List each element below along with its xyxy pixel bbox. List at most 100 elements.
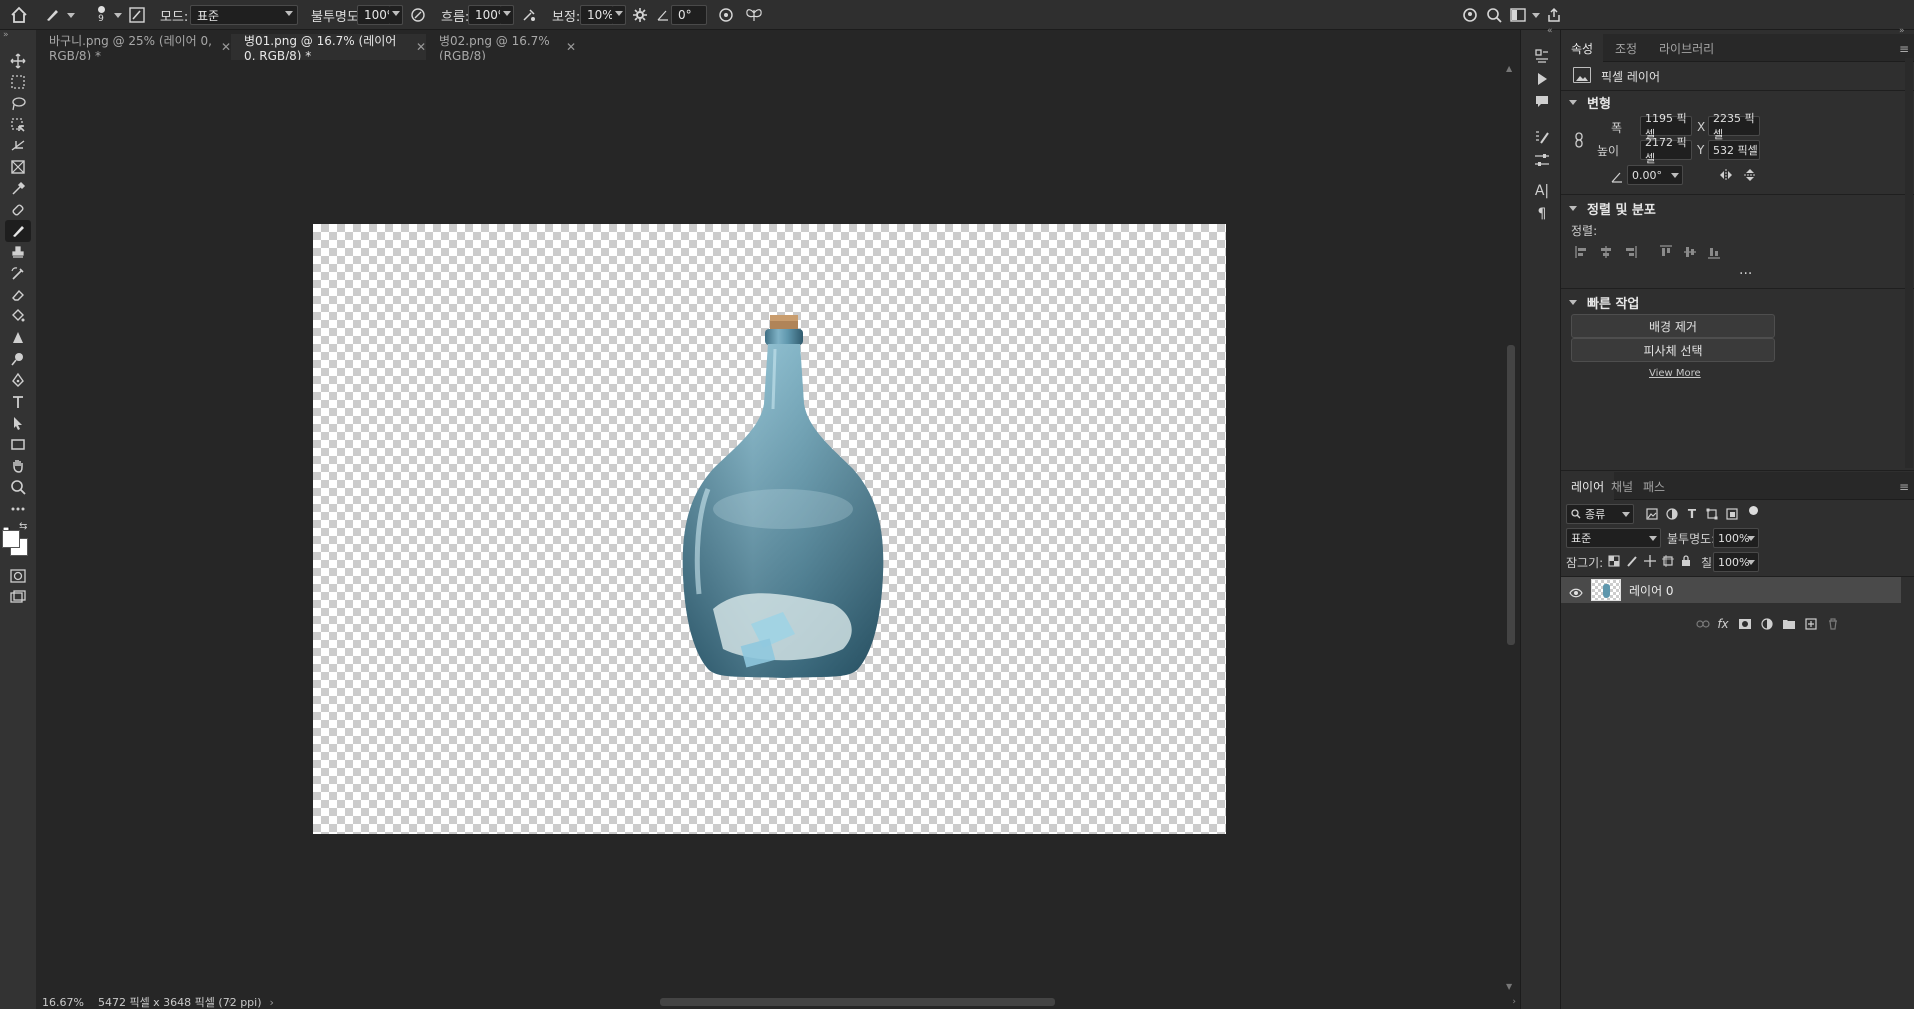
workspace-dropdown-icon[interactable] [1532, 13, 1540, 18]
opacity-dropdown[interactable] [389, 5, 403, 25]
screen-mode-icon[interactable] [5, 586, 31, 608]
close-icon[interactable]: ✕ [221, 40, 231, 54]
lock-all-icon[interactable] [1677, 552, 1695, 570]
workspace-icon[interactable] [1510, 0, 1528, 30]
brush-settings-icon[interactable] [1531, 126, 1553, 148]
zoom-tool-icon[interactable] [5, 476, 31, 498]
layer-row[interactable]: 레이어 0 [1561, 577, 1901, 603]
delete-layer-icon[interactable] [1823, 614, 1843, 634]
properties-scrollbar[interactable] [1905, 58, 1913, 468]
swap-colors-icon[interactable]: ⇆ [19, 521, 27, 532]
filter-shape-icon[interactable] [1703, 505, 1721, 523]
transform-section-header[interactable]: 변형 [1569, 93, 1611, 112]
remove-background-button[interactable]: 배경 제거 [1571, 314, 1775, 338]
blend-mode-select[interactable]: 표준 [1566, 528, 1661, 548]
height-field[interactable]: 2172 픽셀 [1640, 136, 1692, 165]
symmetry-butterfly-icon[interactable] [745, 0, 765, 30]
zoom-level[interactable]: 16.67% [42, 996, 84, 1009]
align-right-icon[interactable] [1621, 243, 1639, 261]
layer-filter-select[interactable]: 종류 [1566, 504, 1634, 524]
horizontal-scrollbar[interactable]: ‹ › [228, 995, 1520, 1009]
healing-brush-tool-icon[interactable] [5, 199, 31, 221]
type-tool-icon[interactable] [5, 391, 31, 413]
quick-actions-section-header[interactable]: 빠른 작업 [1569, 293, 1639, 312]
more-options-icon[interactable]: ··· [1739, 266, 1752, 282]
frame-tool-icon[interactable] [5, 156, 31, 178]
quick-mask-icon[interactable] [5, 565, 31, 587]
adjustment-layer-icon[interactable] [1757, 614, 1777, 634]
y-field[interactable]: 532 픽셀 [1708, 140, 1760, 160]
eye-icon[interactable] [1569, 583, 1585, 598]
new-layer-icon[interactable] [1801, 614, 1821, 634]
brush-tool-icon[interactable] [5, 220, 31, 242]
brush-preset-dropdown-icon[interactable] [114, 13, 122, 18]
lock-position-icon[interactable] [1641, 552, 1659, 570]
layer-name[interactable]: 레이어 0 [1629, 582, 1674, 599]
character-panel-icon[interactable]: A| [1531, 180, 1553, 202]
gear-icon[interactable] [632, 0, 650, 30]
link-icon[interactable] [1573, 132, 1587, 148]
tab-libraries[interactable]: 라이브러리 [1649, 34, 1724, 62]
pressure-opacity-icon[interactable] [410, 0, 428, 30]
vertical-scroll-thumb[interactable] [1507, 345, 1515, 645]
horizontal-scroll-thumb[interactable] [660, 998, 1055, 1006]
flip-vertical-icon[interactable] [1743, 167, 1761, 183]
play-icon[interactable] [1531, 68, 1553, 90]
more-tools-icon[interactable] [5, 498, 31, 520]
eyedropper-tool-icon[interactable] [5, 178, 31, 200]
dodge-tool-icon[interactable] [5, 348, 31, 370]
tool-preset-dropdown-icon[interactable] [67, 13, 75, 18]
new-group-icon[interactable] [1779, 614, 1799, 634]
brush-settings-panel-icon[interactable] [129, 0, 147, 30]
tab-bottle02[interactable]: 병02.png @ 16.7% (RGB/8) ✕ [426, 34, 576, 63]
flip-horizontal-icon[interactable] [1718, 167, 1736, 183]
tab-properties[interactable]: 속성 [1561, 34, 1604, 62]
angle-input[interactable]: 0° [671, 5, 707, 25]
foreground-color-swatch[interactable] [2, 530, 20, 548]
adjustments-sliders-icon[interactable] [1531, 149, 1553, 171]
object-selection-tool-icon[interactable] [5, 114, 31, 136]
paragraph-panel-icon[interactable]: ¶ [1531, 203, 1553, 225]
align-hcenter-icon[interactable] [1597, 243, 1615, 261]
align-top-icon[interactable] [1657, 243, 1675, 261]
rectangle-tool-icon[interactable] [5, 433, 31, 455]
marquee-tool-icon[interactable] [5, 71, 31, 93]
lock-transparent-pixels-icon[interactable] [1605, 552, 1623, 570]
pen-tool-icon[interactable] [5, 369, 31, 391]
clone-stamp-tool-icon[interactable] [5, 242, 31, 264]
fx-icon[interactable]: fx [1713, 614, 1733, 634]
brush-preset-picker[interactable]: 9 [92, 0, 110, 30]
collapse-strip-icon[interactable]: « [1547, 26, 1553, 36]
tab-paths[interactable]: 패스 [1633, 472, 1675, 500]
align-left-icon[interactable] [1573, 243, 1591, 261]
collapse-toolbar-icon[interactable]: » [3, 30, 9, 40]
lock-image-pixels-icon[interactable] [1623, 552, 1641, 570]
search-icon[interactable] [1486, 0, 1504, 30]
document-canvas[interactable] [313, 224, 1226, 834]
width-field[interactable]: 1195 픽셀 [1640, 112, 1692, 141]
path-selection-tool-icon[interactable] [5, 412, 31, 434]
align-vcenter-icon[interactable] [1681, 243, 1699, 261]
history-brush-tool-icon[interactable] [5, 263, 31, 285]
move-tool-icon[interactable] [5, 50, 31, 72]
filter-type-icon[interactable]: T [1683, 505, 1701, 523]
view-more-link[interactable]: View More [1649, 368, 1701, 379]
align-bottom-icon[interactable] [1705, 243, 1723, 261]
brush-tool-icon[interactable] [44, 0, 62, 30]
paint-bucket-tool-icon[interactable] [5, 305, 31, 327]
tab-bottle01[interactable]: 병01.png @ 16.7% (레이어 0, RGB/8) * ✕ [231, 34, 426, 63]
align-section-header[interactable]: 정렬 및 분포 [1569, 199, 1656, 218]
mode-select[interactable]: 표준 [190, 5, 298, 25]
lasso-tool-icon[interactable] [5, 93, 31, 115]
close-icon[interactable]: ✕ [566, 40, 576, 54]
filter-toggle-icon[interactable] [1749, 506, 1758, 515]
panel-menu-icon[interactable]: ≡ [1899, 42, 1909, 56]
flow-dropdown[interactable] [500, 5, 514, 25]
comment-icon[interactable] [1531, 91, 1553, 113]
smoothing-dropdown[interactable] [612, 5, 626, 25]
pressure-size-icon[interactable] [718, 0, 736, 30]
lock-artboard-icon[interactable] [1659, 552, 1677, 570]
blur-tool-icon[interactable] [5, 327, 31, 349]
link-layers-icon[interactable] [1693, 614, 1713, 634]
tab-basket[interactable]: 바구니.png @ 25% (레이어 0, RGB/8) * ✕ [36, 34, 231, 63]
